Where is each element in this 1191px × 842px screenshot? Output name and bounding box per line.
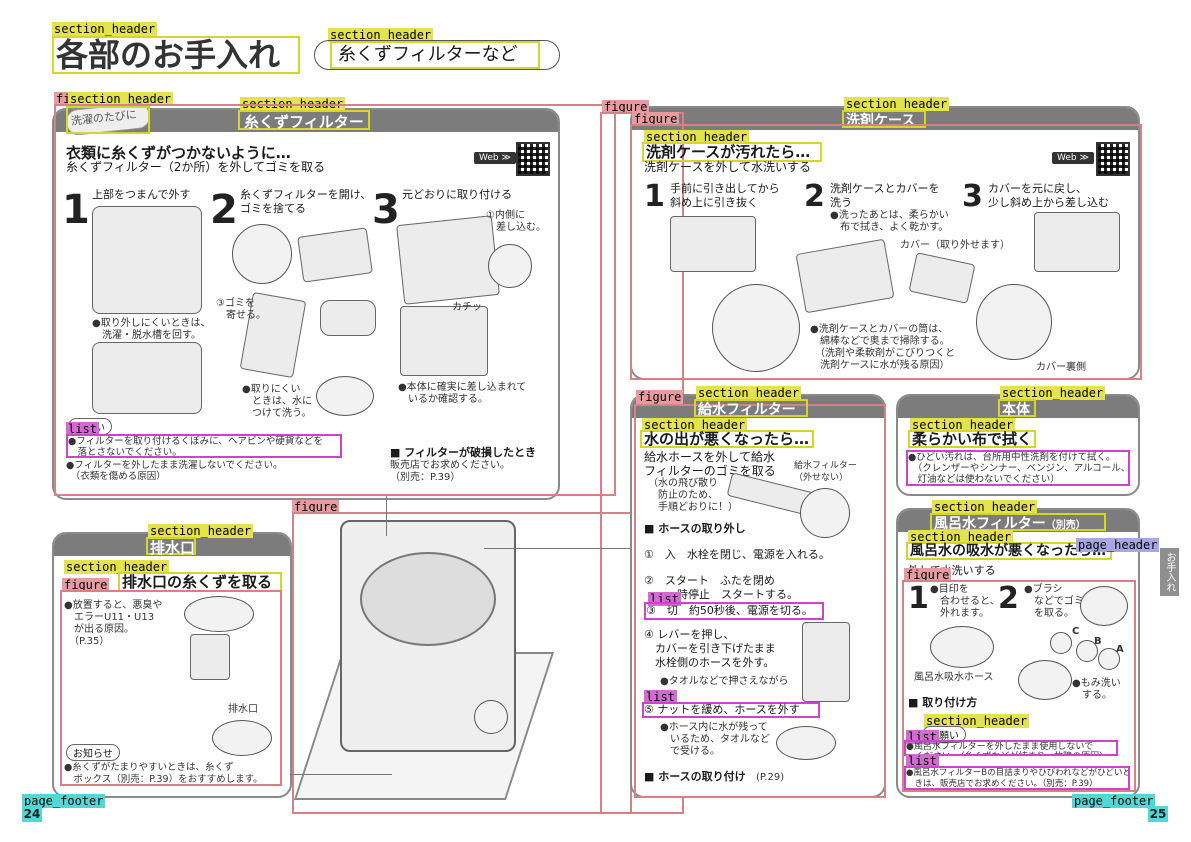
supply-subheading: 給水ホースを外して給水 フィルターのゴミを取る: [644, 450, 776, 478]
body-note: ●ひどい汚れは、台所用中性洗剤を付けて拭く。 （クレンザーやシンナー、ベンジン、…: [908, 452, 1131, 485]
supply-step-1: ① 入 水栓を閉じ、電源を入れる。: [644, 548, 830, 561]
tag-section-header: section_header: [52, 22, 158, 36]
bath-attach-title: ■ 取り付け方: [908, 696, 978, 709]
tag-section-header: section_header: [844, 97, 950, 111]
supply-attach-ref: (P.29): [756, 772, 785, 783]
supply-water-note: ●ホース内に水が残って いるため、タオルなど で受ける。: [660, 722, 770, 757]
tag-section-header: section_header: [148, 524, 254, 538]
drain-part-label: 排水口: [228, 704, 258, 715]
supply-heading-box: 水の出が悪くなったら…: [640, 430, 814, 448]
bath-band-suffix: （別売）: [1045, 520, 1086, 531]
connector-drain: [290, 774, 392, 775]
drain-heading: 排水口の糸くずを取る: [122, 573, 273, 591]
lint-figure-box: [54, 104, 616, 496]
drain-band-title-box: 排水口: [146, 537, 196, 557]
body-band-title: 本体: [1002, 402, 1030, 418]
tag-section-header: section_header: [1000, 386, 1106, 400]
tag-page-header: page_header: [1076, 538, 1160, 552]
supply-step-5: ⑤ ナットを緩め、ホースを外す: [644, 703, 800, 716]
bath-rub-note: ●もみ洗い する。: [1072, 678, 1121, 701]
bath-step-2-text: ●ブラシ などでゴミ を取る。: [1024, 584, 1084, 619]
bath-brush-illustration: [1080, 586, 1128, 626]
bath-part-c: C: [1072, 626, 1080, 637]
supply-heading: 水の出が悪くなったら…: [644, 430, 810, 448]
supply-remove-title: ■ ホースの取り外し: [644, 522, 746, 535]
bath-step-1-number: 1: [908, 581, 929, 616]
page-title: 各部のお手入れ: [56, 36, 281, 74]
supply-lever-illustration: [802, 622, 850, 702]
supply-band-title-box: 給水フィルター: [694, 399, 808, 418]
supply-attach-title: ■ ホースの取り付け: [644, 770, 746, 783]
washer-drum-illustration: [360, 552, 496, 646]
connector-lint: [386, 496, 387, 536]
body-band-title-box: 本体: [998, 399, 1036, 418]
body-note-list: ●ひどい汚れは、台所用中性洗剤を付けて拭く。 （クレンザーやシンナー、ベンジン、…: [906, 450, 1130, 486]
supply-step-4: ④ レバーを押し、 カバーを引き下げたまま 水栓側のホースを外す。: [644, 628, 776, 669]
tag-section-header: section_header: [696, 386, 802, 400]
bath-twist-illustration: [930, 626, 994, 668]
page-subtitle-box: 糸くずフィルターなど: [330, 41, 540, 69]
bath-caution-list-2: ●風呂水フィルターBの目詰まりやひびわれなどがひどいと きは、販売店でお求めくだ…: [904, 766, 1130, 790]
bath-ring-a-illustration: [1098, 648, 1120, 670]
body-heading: 柔らかい布で拭く: [912, 430, 1033, 448]
supply-band-title: 給水フィルター: [698, 402, 796, 418]
drain-heading-box: 排水口の糸くずを取る: [118, 572, 282, 592]
drain-band-title: 排水口: [150, 539, 196, 557]
side-tab-care: お手入れ: [1160, 548, 1179, 596]
page-number-left: 24: [22, 806, 42, 822]
tag-page-footer: page_footer: [1072, 794, 1156, 808]
supply-hose-illustration: [776, 726, 836, 760]
drain-cap-illustration: [184, 596, 254, 632]
bath-rinse-illustration: [1018, 660, 1072, 700]
connector-supply: [484, 548, 630, 549]
supply-towel-note: ●タオルなどで押さえながら: [660, 676, 789, 687]
bath-ring-b-illustration: [1076, 640, 1098, 662]
body-heading-box: 柔らかい布で拭く: [908, 430, 1036, 448]
supply-filter-illustration: [800, 488, 850, 538]
detergent-figure-box: [630, 124, 1142, 380]
page-title-box: 各部のお手入れ: [52, 36, 300, 74]
drain-hand-illustration: [190, 634, 230, 680]
supply-paren-note: （水の飛び散り 防止のため、 手順どおりに！）: [648, 478, 738, 513]
page-number-right: 25: [1148, 806, 1168, 822]
bath-band-title-box: 風呂水フィルター（別売）: [930, 513, 1106, 532]
supply-step-3: ③ 切 約50秒後、電源を切る。: [646, 604, 813, 617]
bath-step-1-text: ●目印を 合わせると、 外れます。: [930, 584, 1000, 619]
drain-outlet-illustration: [212, 720, 272, 756]
supply-step-3-list: ③ 切 約50秒後、電源を切る。: [644, 602, 824, 620]
drain-info-label: お知らせ: [66, 744, 120, 761]
bath-ring-c-illustration: [1050, 632, 1072, 654]
bath-hose-label: 風呂水吸水ホース: [914, 672, 994, 683]
bath-step-2-number: 2: [998, 581, 1019, 616]
tag-figure: figure: [636, 390, 684, 404]
page-subtitle: 糸くずフィルターなど: [338, 44, 518, 65]
supply-filter-callout: 給水フィルター （外せない）: [794, 461, 857, 483]
drain-info-text: ●糸くずがたまりやすいときは、糸くず ボックス（別売：P.39）をおすすめします…: [64, 762, 263, 785]
tag-section-header: section_header: [932, 500, 1038, 514]
washer-drain-hose-illustration: [474, 700, 508, 734]
bath-caution-item-2: ●風呂水フィルターBの目詰まりやひびわれなどがひどいと きは、販売店でお求めくだ…: [906, 768, 1130, 789]
supply-step-5-list: ⑤ ナットを緩め、ホースを外す: [642, 702, 820, 718]
drain-note: ●放置すると、悪臭や エラーU11・U13 が出る原因。 （P.35）: [64, 600, 163, 647]
